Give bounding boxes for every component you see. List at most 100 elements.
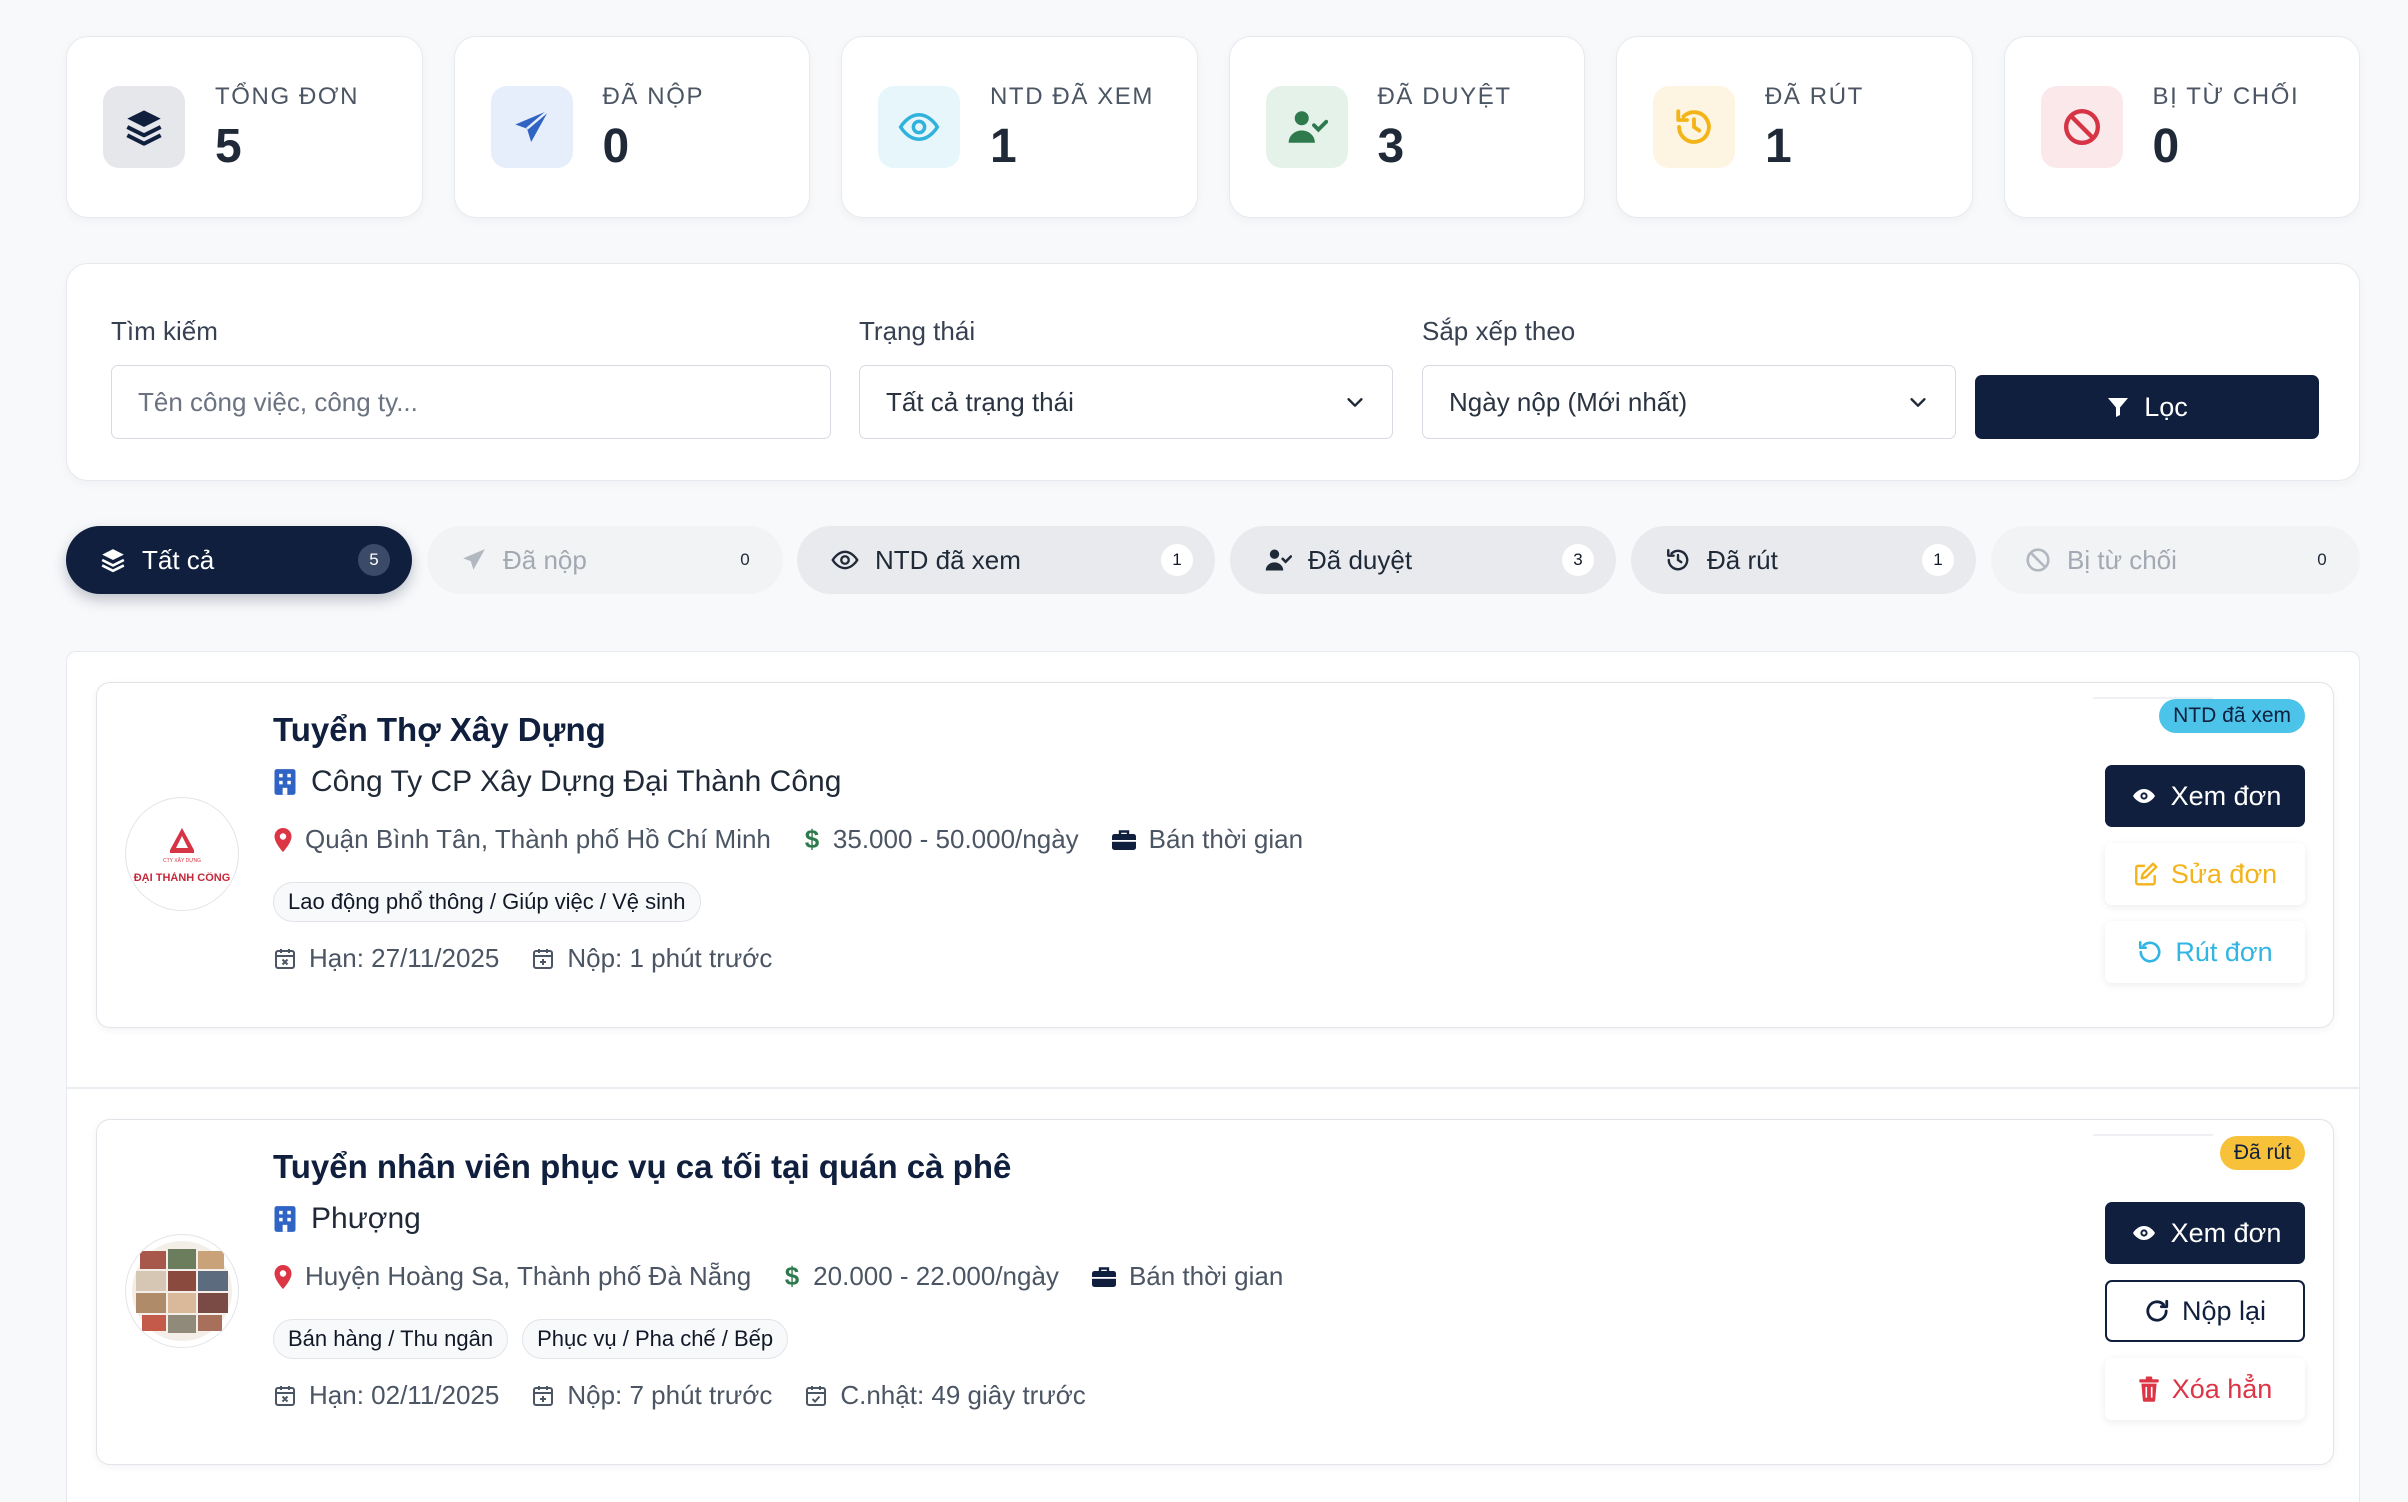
tab-rejected[interactable]: Bị từ chối 0	[1991, 526, 2360, 594]
funnel-icon	[2108, 398, 2129, 417]
calendar-plus-icon	[533, 1385, 554, 1406]
stat-card-submitted: ĐÃ NỘP 0	[453, 36, 810, 218]
tab-approved[interactable]: Đã duyệt 3	[1230, 526, 1616, 594]
filter-button[interactable]: Lọc	[1975, 375, 2319, 439]
deadline: Hạn: 27/11/2025	[309, 943, 500, 973]
sort-group: Sắp xếp theo Ngày nộp (Mới nhất)	[1422, 316, 1956, 439]
company-row: Công Ty CP Xây Dựng Đại Thành Công	[273, 765, 841, 799]
dollar-icon: $	[785, 1263, 800, 1291]
tab-all[interactable]: Tất cả 5	[66, 526, 412, 594]
tab-withdrawn[interactable]: Đã rút 1	[1631, 526, 1976, 594]
edit-icon	[2134, 862, 2158, 886]
svg-text:$: $	[805, 826, 820, 854]
tab-count: 0	[740, 550, 750, 569]
category-tag: Bán hàng / Thu ngân	[273, 1319, 509, 1359]
layers-icon	[103, 86, 185, 168]
tab-label: Đã rút	[1707, 544, 1778, 575]
tab-submitted[interactable]: Đã nộp 0	[427, 526, 783, 594]
status-badge: NTD đã xem	[2159, 699, 2305, 733]
view-application-button[interactable]: Xem đơn	[2105, 1202, 2305, 1264]
withdraw-application-button[interactable]: Rút đơn	[2105, 921, 2305, 983]
stat-card-rejected: BỊ TỪ CHỐI 0	[2003, 36, 2360, 218]
resubmit-button[interactable]: Nộp lại	[2105, 1280, 2305, 1342]
chevron-down-icon	[1347, 398, 1363, 407]
stat-label: ĐÃ DUYỆT	[1377, 83, 1512, 110]
job-title[interactable]: Tuyển nhân viên phục vụ ca tối tại quán …	[273, 1148, 1011, 1186]
category-tag: Phục vụ / Pha chế / Bếp	[522, 1319, 789, 1359]
company-row: Phượng	[273, 1202, 421, 1236]
tab-label: Bị từ chối	[2067, 544, 2177, 575]
category-tag: Lao động phổ thông / Giúp việc / Vệ sinh	[273, 882, 701, 922]
stat-label: ĐÃ NỘP	[602, 83, 705, 110]
stat-value: 3	[1377, 120, 1405, 173]
history-icon	[1667, 549, 1689, 571]
sort-select[interactable]: Ngày nộp (Mới nhất)	[1422, 365, 1956, 439]
tab-viewed[interactable]: NTD đã xem 1	[797, 526, 1215, 594]
tab-count: 3	[1562, 544, 1594, 576]
undo-icon	[2139, 940, 2161, 963]
tag-list: Lao động phổ thông / Giúp việc / Vệ sinh	[273, 882, 701, 922]
deadline: Hạn: 02/11/2025	[309, 1380, 500, 1410]
delete-permanently-button[interactable]: Xóa hẳn	[2105, 1358, 2305, 1420]
status-tabs: Tất cả 5 Đã nộp 0 NTD đã xem 1 Đã duyệt …	[66, 526, 2360, 594]
stat-card-withdrawn: ĐÃ RÚT 1	[1616, 36, 1973, 218]
status-select[interactable]: Tất cả trạng thái	[859, 365, 1393, 439]
briefcase-icon	[1091, 1266, 1116, 1287]
user-check-icon	[1265, 549, 1292, 571]
filter-button-label: Lọc	[2144, 391, 2188, 422]
view-application-button[interactable]: Xem đơn	[2105, 765, 2305, 827]
submitted-time: Nộp: 7 phút trước	[567, 1380, 773, 1410]
button-label: Rút đơn	[2175, 936, 2273, 967]
company-logo: CTY XÂY DỰNG ĐẠI THÀNH CÔNG	[125, 797, 239, 911]
search-input[interactable]: Tên công việc, công ty...	[111, 365, 831, 439]
card-actions: Xem đơn Nộp lại Xóa hẳn	[2105, 1202, 2305, 1436]
company-name[interactable]: Công Ty CP Xây Dựng Đại Thành Công	[311, 765, 841, 799]
button-label: Sửa đơn	[2170, 858, 2278, 889]
tab-label: Đã duyệt	[1308, 544, 1413, 575]
card-actions: Xem đơn Sửa đơn Rút đơn	[2105, 765, 2305, 999]
status-group: Trạng thái Tất cả trạng thái	[859, 316, 1393, 439]
edit-application-button[interactable]: Sửa đơn	[2105, 843, 2305, 905]
button-label: Xóa hẳn	[2171, 1373, 2273, 1404]
redo-icon	[2146, 1299, 2169, 1322]
trash-icon	[2138, 1376, 2159, 1402]
application-list: CTY XÂY DỰNG ĐẠI THÀNH CÔNG Tuyển Thợ Xâ…	[66, 651, 2360, 1502]
job-type: Bán thời gian	[1128, 1261, 1284, 1291]
tab-count: 0	[2317, 550, 2327, 569]
dates-row: Hạn: 02/11/2025 Nộp: 7 phút trước C.nhật…	[273, 1380, 1118, 1411]
application-card: CTY XÂY DỰNG ĐẠI THÀNH CÔNG Tuyển Thợ Xâ…	[96, 682, 2334, 1028]
stat-label: BỊ TỪ CHỐI	[2152, 83, 2300, 110]
location: Huyện Hoàng Sa, Thành phố Đà Nẵng	[305, 1261, 752, 1291]
briefcase-icon	[1111, 829, 1136, 850]
stat-value: 1	[990, 120, 1017, 173]
job-type: Bán thời gian	[1148, 824, 1304, 854]
job-title[interactable]: Tuyển Thợ Xây Dựng	[273, 711, 606, 749]
tab-count: 5	[358, 544, 390, 576]
salary: 35.000 - 50.000/ngày	[832, 824, 1079, 854]
stat-label: TỔNG ĐƠN	[215, 83, 360, 110]
map-pin-icon	[274, 827, 292, 852]
stat-card-approved: ĐÃ DUYỆT 3	[1228, 36, 1585, 218]
svg-text:$: $	[785, 1263, 800, 1291]
company-logo	[125, 1234, 239, 1348]
map-pin-icon	[274, 1264, 292, 1289]
button-label: Xem đơn	[2170, 1217, 2282, 1248]
company-logo-text: ĐẠI THÀNH CÔNG	[133, 872, 231, 884]
tab-count: 1	[1161, 544, 1193, 576]
history-icon	[1653, 86, 1735, 168]
meta-row: Huyện Hoàng Sa, Thành phố Đà Nẵng $20.00…	[273, 1261, 1315, 1292]
stat-value: 1	[1765, 120, 1792, 173]
tab-count: 1	[1922, 544, 1954, 576]
ban-icon	[2026, 548, 2050, 572]
tag-list: Bán hàng / Thu ngân Phục vụ / Pha chế / …	[273, 1319, 789, 1359]
sort-select-value: Ngày nộp (Mới nhất)	[1449, 386, 1688, 417]
eye-icon	[2132, 1226, 2155, 1240]
company-name[interactable]: Phượng	[311, 1202, 421, 1236]
calendar-x-icon	[275, 1385, 295, 1406]
filter-panel: Tìm kiếm Tên công việc, công ty... Trạng…	[66, 263, 2360, 481]
stat-card-viewed: NTD ĐÃ XEM 1	[841, 36, 1198, 218]
layers-icon	[101, 549, 125, 573]
sort-label: Sắp xếp theo	[1422, 316, 1576, 346]
eye-icon	[2132, 789, 2155, 803]
calendar-plus-icon	[533, 948, 554, 969]
